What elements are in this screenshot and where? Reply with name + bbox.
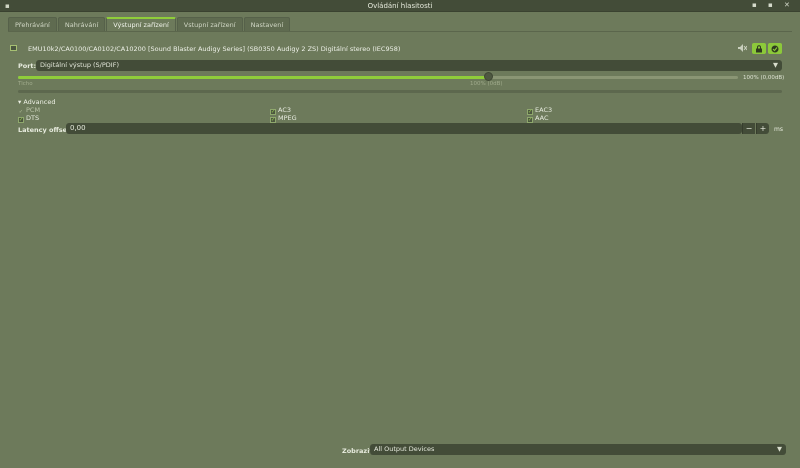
volume-slider[interactable] xyxy=(18,76,738,79)
tab-configuration[interactable]: Nastavení xyxy=(243,17,291,31)
maximize-icon[interactable]: ▪ xyxy=(768,1,773,9)
set-default-icon xyxy=(771,45,779,52)
latency-offset-input[interactable]: 0,00 xyxy=(66,123,742,134)
volume-slider-fill xyxy=(18,76,489,79)
codec-label: AC3 xyxy=(278,106,292,114)
chevron-down-icon: ▼ xyxy=(773,61,778,69)
title-bar: ▪ Ovládání hlasitosti ▪ ▪ ✕ xyxy=(0,0,800,12)
advanced-expander[interactable]: ▾ Advanced xyxy=(18,98,55,106)
sound-card-icon xyxy=(10,45,17,51)
latency-increment-button[interactable]: + xyxy=(756,123,769,134)
tab-playback[interactable]: Přehrávání xyxy=(8,17,57,31)
set-default-button[interactable] xyxy=(768,43,782,54)
port-select[interactable]: Digitální výstup (S/PDIF) ▼ xyxy=(36,60,782,71)
codec-mpeg-checkbox[interactable]: ✓ MPEG xyxy=(270,114,297,123)
tab-input-devices[interactable]: Vstupní zařízení xyxy=(176,17,243,31)
show-filter-select[interactable]: All Output Devices ▼ xyxy=(370,444,786,455)
minimize-icon[interactable]: ▪ xyxy=(752,1,757,9)
advanced-label: Advanced xyxy=(23,98,56,106)
peak-meter xyxy=(18,90,782,93)
show-filter-value: All Output Devices xyxy=(374,445,435,453)
codec-label: AAC xyxy=(535,114,549,122)
codec-aac-checkbox[interactable]: ✓ AAC xyxy=(527,114,549,123)
latency-decrement-button[interactable]: − xyxy=(742,123,755,134)
port-select-value: Digitální výstup (S/PDIF) xyxy=(40,61,119,69)
volume-tick-silence: Ticho xyxy=(18,81,33,87)
codec-label: MPEG xyxy=(278,114,297,122)
tab-bar: Přehrávání Nahrávání Výstupní zařízení V… xyxy=(8,17,291,31)
codec-dts-checkbox[interactable]: ✓ DTS xyxy=(18,114,39,123)
volume-slider-handle[interactable] xyxy=(484,72,494,81)
expander-arrow-icon: ▾ xyxy=(18,98,22,106)
device-name: EMU10k2/CA0100/CA0102/CA10200 [Sound Bla… xyxy=(28,45,401,53)
window-title: Ovládání hlasitosti xyxy=(367,2,433,10)
latency-offset-label: Latency offset: xyxy=(18,126,73,134)
chevron-down-icon: ▼ xyxy=(777,445,782,453)
tab-output-devices[interactable]: Výstupní zařízení xyxy=(106,17,176,31)
volume-readout: 100% (0,00dB) xyxy=(743,75,785,81)
port-label: Port: xyxy=(18,62,37,70)
close-icon[interactable]: ✕ xyxy=(784,1,790,9)
tab-recording[interactable]: Nahrávání xyxy=(57,17,106,31)
codec-label: PCM xyxy=(26,106,41,114)
codec-label: DTS xyxy=(26,114,40,122)
lock-channels-button[interactable] xyxy=(752,43,766,54)
lock-channels-icon xyxy=(756,44,762,52)
codec-label: EAC3 xyxy=(535,106,553,114)
volume-tick-100: 100% (0dB) xyxy=(470,81,503,87)
latency-unit: ms xyxy=(774,126,783,133)
checkmark-icon: ✓ xyxy=(18,117,24,123)
speaker-mute-icon[interactable] xyxy=(738,44,748,54)
